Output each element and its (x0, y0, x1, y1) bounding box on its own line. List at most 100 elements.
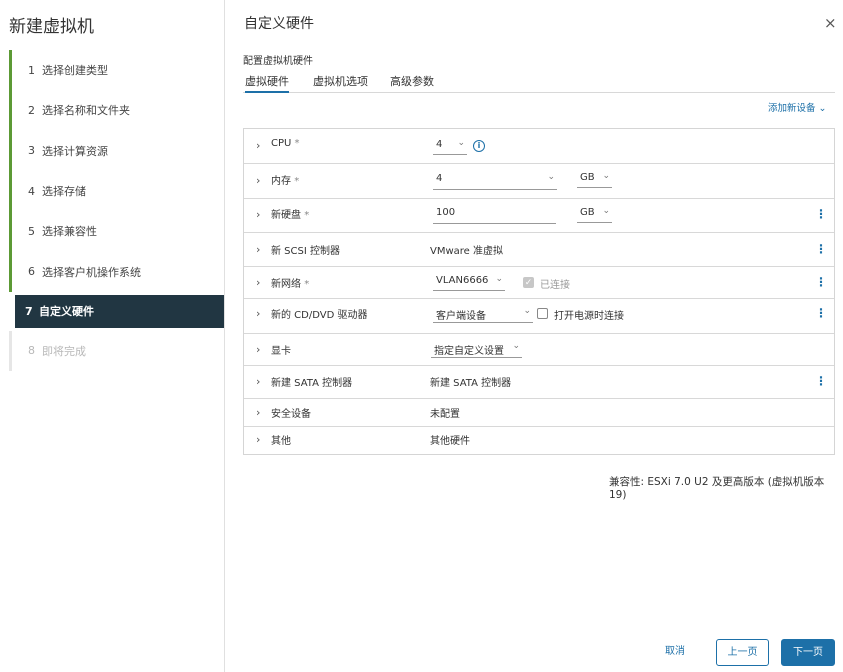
add-device-button[interactable]: 添加新设备 ⌄ (768, 100, 826, 114)
required-mark: * (304, 210, 310, 221)
step-number: 1 (28, 63, 35, 77)
hw-label: CPU * (271, 138, 300, 149)
info-icon[interactable]: i (473, 140, 485, 152)
hw-row-cdrom: › 新的 CD/DVD 驱动器 客户端设备 ⌄ 打开电源时连接 ⋮ (244, 299, 834, 334)
wizard-title: 新建虚拟机 (9, 17, 94, 37)
step-number: 8 (28, 344, 35, 358)
hw-row-cpu: › CPU * 4 ⌄ i (244, 129, 834, 164)
step-number: 7 (25, 304, 33, 318)
hw-row-disk: › 新硬盘 * 100 GB ⌄ ⋮ (244, 199, 834, 233)
step-2[interactable]: 2 选择名称和文件夹 (9, 90, 224, 131)
section-label: 配置虚拟机硬件 (243, 56, 313, 67)
step-number: 5 (28, 224, 35, 238)
hw-label: 新硬盘 * (271, 206, 309, 221)
network-value: VLAN6666 (436, 275, 489, 286)
more-actions-icon[interactable]: ⋮ (815, 306, 827, 320)
expand-chevron-icon[interactable]: › (256, 307, 260, 320)
hw-label: 新网络 * (271, 275, 309, 290)
expand-chevron-icon[interactable]: › (256, 375, 260, 388)
video-value: 指定自定义设置 (434, 346, 504, 357)
connected-label: 已连接 (540, 280, 570, 291)
more-actions-icon[interactable]: ⋮ (815, 242, 827, 256)
chevron-down-icon: ⌄ (523, 306, 531, 316)
expand-chevron-icon[interactable]: › (256, 406, 260, 419)
hw-label: 新 SCSI 控制器 (271, 246, 340, 257)
disk-unit-select[interactable]: GB ⌄ (577, 206, 612, 223)
expand-chevron-icon[interactable]: › (256, 433, 260, 446)
expand-chevron-icon[interactable]: › (256, 139, 260, 152)
cancel-button[interactable]: 取消 (664, 639, 686, 666)
compatibility-text: 兼容性: ESXi 7.0 U2 及更高版本 (虚拟机版本 19) (609, 474, 843, 501)
more-actions-icon[interactable]: ⋮ (815, 275, 827, 289)
cdrom-value: 客户端设备 (436, 311, 486, 322)
content-panel: 自定义硬件 × 配置虚拟机硬件 虚拟硬件 虚拟机选项 高级参数 添加新设备 ⌄ … (226, 0, 843, 672)
more-actions-icon[interactable]: ⋮ (815, 374, 827, 388)
expand-chevron-icon[interactable]: › (256, 208, 260, 221)
step-6[interactable]: 6 选择客户机操作系统 (9, 251, 224, 292)
wizard-sidebar: 新建虚拟机 1 选择创建类型 2 选择名称和文件夹 3 选择计算资源 4 选择存储 5选… (0, 0, 225, 672)
expand-chevron-icon[interactable]: › (256, 343, 260, 356)
disk-size-input[interactable]: 100 (433, 207, 556, 224)
step-8: 8 即将完成 (9, 330, 224, 372)
back-button[interactable]: 上一页 (716, 639, 769, 666)
memory-select[interactable]: 4 ⌄ (433, 172, 557, 190)
cpu-select[interactable]: 4 ⌄ (433, 138, 467, 155)
expand-chevron-icon[interactable]: › (256, 276, 260, 289)
step-4[interactable]: 4 选择存储 (9, 170, 224, 212)
page-title: 自定义硬件 (244, 16, 314, 32)
cpu-value: 4 (436, 139, 443, 150)
close-icon[interactable]: × (824, 14, 837, 32)
hw-label: 新的 CD/DVD 驱动器 (271, 310, 368, 321)
hw-label: 安全设备 (271, 409, 311, 420)
step-label: 选择兼容性 (42, 225, 97, 239)
expand-chevron-icon[interactable]: › (256, 243, 260, 256)
cdrom-select[interactable]: 客户端设备 ⌄ (433, 306, 533, 323)
step-number: 2 (28, 103, 35, 117)
hw-row-sata: › 新建 SATA 控制器 新建 SATA 控制器 ⋮ (244, 366, 834, 399)
tab-virtual-hardware[interactable]: 虚拟硬件 (245, 73, 289, 93)
hw-label-text: 新硬盘 (271, 210, 301, 221)
chevron-down-icon: ⌄ (495, 274, 503, 284)
chevron-down-icon: ⌄ (457, 138, 465, 148)
step-3[interactable]: 3 选择计算资源 (9, 130, 224, 171)
hw-row-memory: › 内存 * 4 ⌄ GB ⌄ (244, 164, 834, 199)
connected-checkbox[interactable]: ✓ (523, 277, 534, 288)
expand-chevron-icon[interactable]: › (256, 174, 260, 187)
step-label: 选择计算资源 (42, 144, 108, 158)
step-7-active[interactable]: 7 自定义硬件 (15, 294, 224, 328)
step-number: 3 (28, 144, 35, 158)
tab-vm-options[interactable]: 虚拟机选项 (313, 73, 368, 93)
more-actions-icon[interactable]: ⋮ (815, 207, 827, 221)
security-value: 未配置 (430, 409, 460, 420)
step-number: 4 (28, 184, 35, 198)
memory-unit: GB (580, 172, 595, 183)
step-5[interactable]: 5 选择兼容性 (9, 211, 224, 252)
step-label: 即将完成 (42, 344, 86, 358)
tab-advanced-params[interactable]: 高级参数 (390, 73, 434, 93)
hw-row-security: › 安全设备 未配置 (244, 399, 834, 427)
hw-label-text: CPU (271, 138, 292, 149)
required-mark: * (294, 176, 300, 187)
hw-label: 显卡 (271, 346, 291, 357)
hardware-table: › CPU * 4 ⌄ i › 内存 * 4 ⌄ GB ⌄ › 新硬盘 * 10… (243, 128, 835, 455)
chevron-down-icon: ⌄ (547, 172, 555, 182)
network-select[interactable]: VLAN6666 ⌄ (433, 274, 505, 291)
hw-row-scsi: › 新 SCSI 控制器 VMware 准虚拟 ⋮ (244, 233, 834, 267)
next-button[interactable]: 下一页 (781, 639, 835, 666)
hw-row-other: › 其他 其他硬件 (244, 427, 834, 454)
hw-label-text: 新网络 (271, 279, 301, 290)
step-label: 选择客户机操作系统 (42, 265, 141, 279)
wizard-steps: 1 选择创建类型 2 选择名称和文件夹 3 选择计算资源 4 选择存储 5 选择兼容性 6… (9, 50, 224, 372)
step-label: 选择创建类型 (42, 64, 108, 78)
step-label: 自定义硬件 (39, 305, 94, 319)
required-mark: * (304, 279, 310, 290)
step-1[interactable]: 1 选择创建类型 (9, 50, 224, 91)
hw-row-network: › 新网络 * VLAN6666 ⌄ ✓ 已连接 ⋮ (244, 267, 834, 299)
power-on-connect-label: 打开电源时连接 (554, 311, 624, 322)
hw-row-video: › 显卡 指定自定义设置 ⌄ (244, 334, 834, 366)
power-on-connect-checkbox[interactable] (537, 308, 548, 319)
video-select[interactable]: 指定自定义设置 ⌄ (431, 341, 522, 358)
memory-value: 4 (436, 173, 443, 184)
hw-label: 其他 (271, 436, 291, 447)
memory-unit-select[interactable]: GB ⌄ (577, 171, 612, 188)
